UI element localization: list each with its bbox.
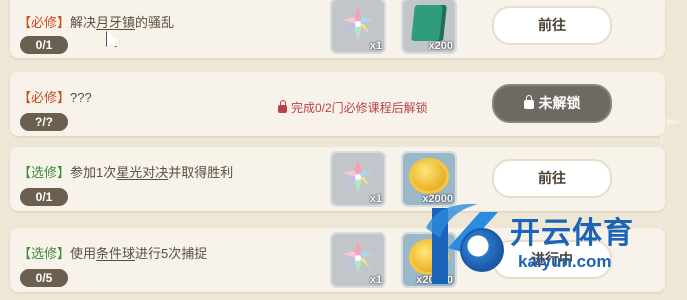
- required-tag: 【必修】: [18, 15, 71, 30]
- reward-item[interactable]: x1: [330, 232, 386, 288]
- progress-badge: ?/?: [20, 113, 68, 131]
- reward-item[interactable]: x200: [401, 0, 457, 54]
- required-tag: 【必修】: [18, 90, 71, 105]
- quest-highlight-link[interactable]: 月牙镇: [96, 15, 135, 30]
- lock-icon: [278, 100, 287, 113]
- quest-text: 使用: [70, 246, 97, 261]
- quest-title: 【必修】解决月牙镇的骚乱: [18, 12, 174, 31]
- reward-quantity: x200: [428, 40, 453, 52]
- unlock-hint-text: 完成0/2门必修课程后解锁: [291, 101, 428, 115]
- reward-item[interactable]: x1: [330, 0, 386, 54]
- quest-row-1: 【必修】解决月牙镇的骚乱 0/1 x1 x200 前往: [10, 0, 665, 58]
- quest-title: 【必修】???: [18, 87, 92, 106]
- go-button[interactable]: 前往: [492, 6, 612, 45]
- optional-tag: 【选修】: [18, 246, 71, 261]
- quest-text: 参加1次: [70, 165, 117, 180]
- quest-highlight-link[interactable]: 星光对决: [116, 165, 168, 180]
- quest-row-2: 【必修】??? ?/? 完成0/2门必修课程后解锁 未解锁: [10, 72, 665, 136]
- green-book-icon: [411, 5, 447, 41]
- progress-badge: 0/1: [20, 36, 68, 54]
- quest-text: 解决: [70, 15, 97, 30]
- quest-title: 【选修】使用条件球进行5次捕捉: [18, 243, 207, 262]
- locked-button-label: 未解锁: [538, 95, 581, 111]
- quest-text: 进行5次捕捉: [135, 246, 208, 261]
- progress-badge: 0/1: [20, 188, 68, 206]
- gold-coin-icon: [409, 158, 449, 194]
- locked-button[interactable]: 未解锁: [492, 84, 612, 123]
- crystal-flower-icon: [342, 240, 374, 274]
- quest-highlight-link[interactable]: 条件球: [96, 246, 135, 261]
- quest-text: 并取得胜利: [168, 165, 234, 180]
- quest-text: ???: [70, 90, 92, 105]
- quest-text: 的骚乱: [135, 15, 175, 30]
- watermark-brand: 开云体育: [510, 217, 634, 250]
- lock-icon: [523, 95, 534, 109]
- soccer-ball-icon: [460, 228, 504, 272]
- watermark-url: kaiyun.com: [518, 252, 612, 271]
- crystal-flower-icon: [342, 6, 374, 40]
- reward-quantity: x1: [369, 40, 382, 52]
- reward-quantity: x1: [369, 193, 382, 205]
- progress-badge: 0/5: [20, 269, 68, 287]
- mouse-cursor-icon: [106, 31, 120, 47]
- unlock-hint: 完成0/2门必修课程后解锁: [278, 99, 428, 116]
- watermark: 开云体育 kaiyun.com: [418, 192, 687, 300]
- optional-tag: 【选修】: [18, 165, 71, 180]
- crystal-flower-icon: [342, 159, 374, 193]
- reward-quantity: x1: [369, 274, 382, 286]
- reward-item[interactable]: x1: [330, 151, 386, 207]
- quest-title: 【选修】参加1次星光对决并取得胜利: [18, 162, 233, 181]
